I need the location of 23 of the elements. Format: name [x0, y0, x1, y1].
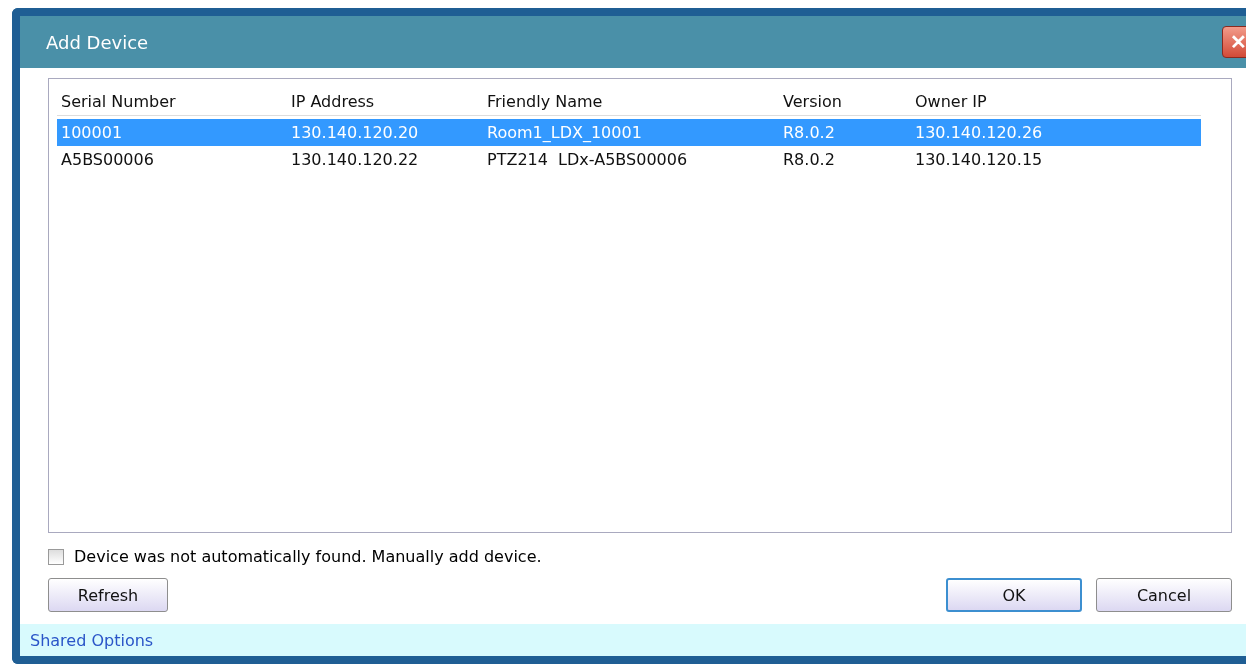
table-cell-text: PTZ214 LDx-A5BS00006 [486, 150, 689, 169]
table-cell-text: 130.140.120.20 [290, 123, 420, 142]
checkbox-label: Device was not automatically found. Manually add device. [74, 547, 542, 566]
ok-button[interactable]: OK [946, 578, 1082, 612]
table-cell-text: A5BS00006 [60, 150, 155, 169]
column-header[interactable]: Owner IP [911, 91, 1201, 111]
table-cell-text: R8.0.2 [782, 150, 836, 169]
checkbox[interactable] [48, 548, 64, 565]
refresh-button[interactable]: Refresh [48, 578, 168, 612]
window-title: Add Device [46, 31, 150, 53]
column-header[interactable]: IP Address [287, 91, 483, 111]
shared-options-link[interactable]: Shared Options [30, 630, 154, 650]
table-cell-text: 100001 [60, 123, 124, 142]
cancel-button[interactable]: Cancel [1096, 578, 1232, 612]
table-cell-text: 130.140.120.22 [290, 150, 420, 169]
table-cell-text: 130.140.120.15 [914, 150, 1044, 169]
table-cell-text: 130.140.120.26 [914, 123, 1044, 142]
device-row[interactable]: A5BS00006 130.140.120.22 PTZ214 LDx-A5BS00006 R8.0.2 130.140.120.15 [57, 146, 1201, 173]
table-cell-text: Room1_LDX_10001 [486, 123, 643, 142]
column-header[interactable]: Version [779, 91, 911, 111]
column-header[interactable]: Serial Number [57, 91, 287, 111]
column-header[interactable]: Friendly Name [483, 91, 779, 111]
table-cell-text: R8.0.2 [782, 123, 836, 142]
